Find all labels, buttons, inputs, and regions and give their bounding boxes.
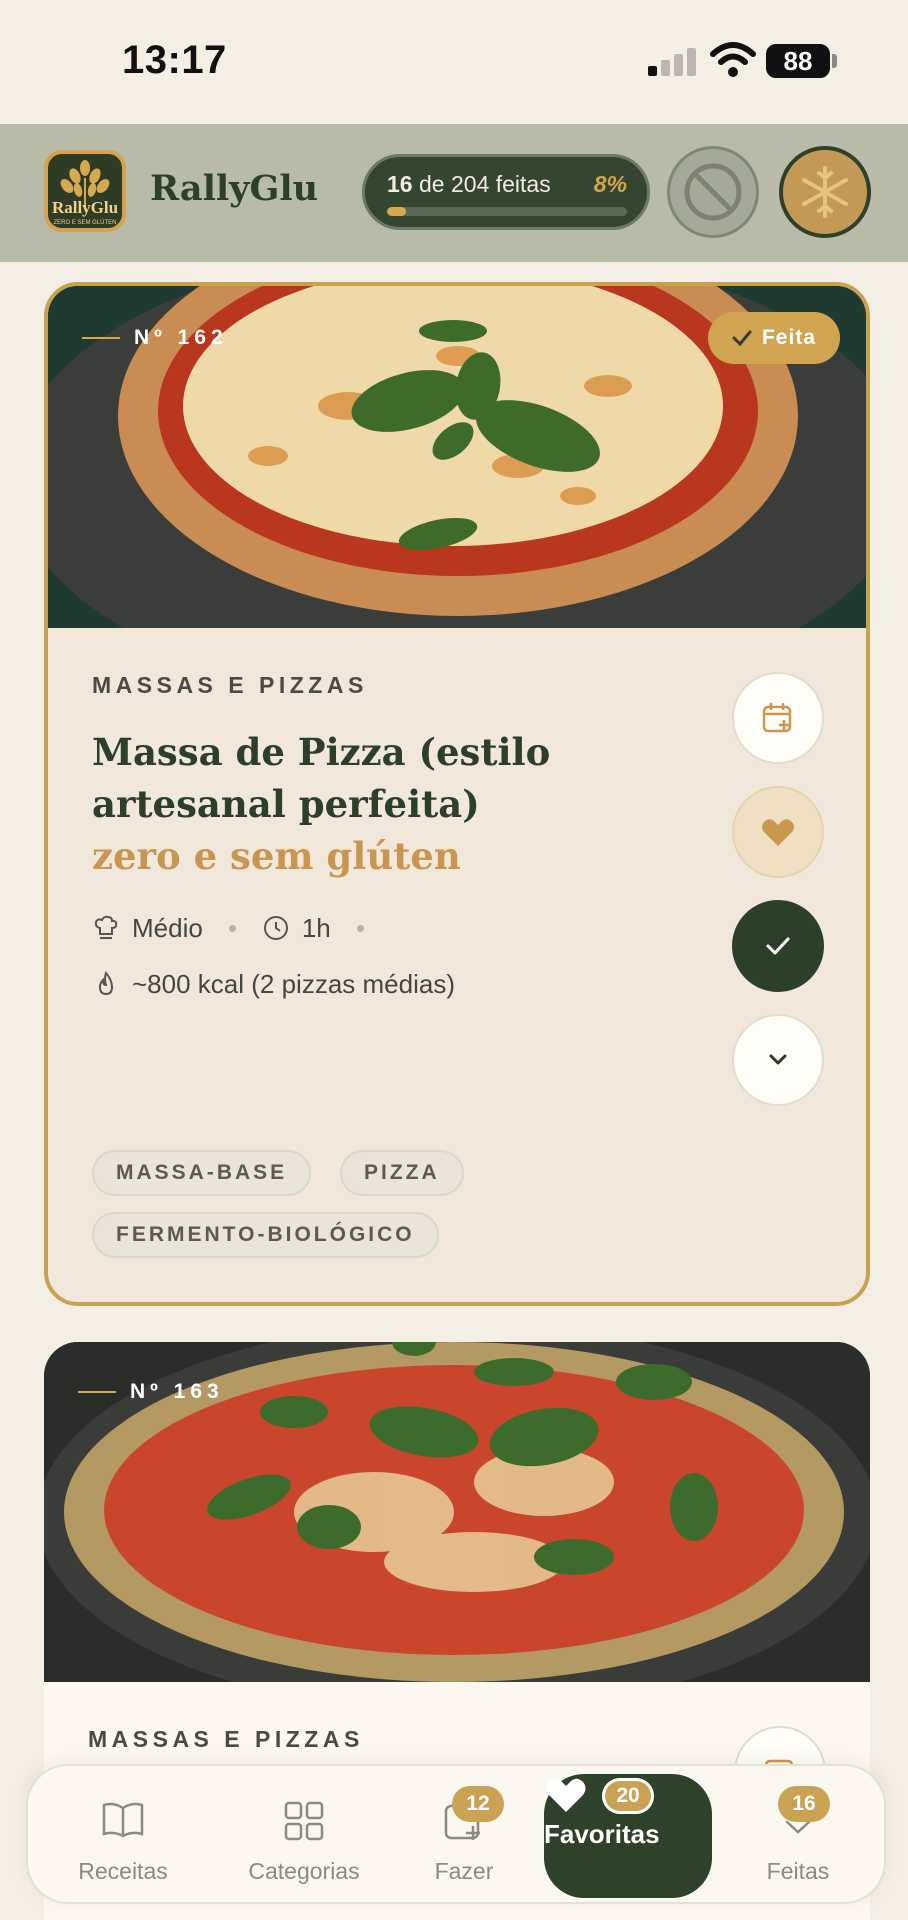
mark-done-button[interactable] xyxy=(732,900,824,992)
progress-text: 16 de 204 feitas xyxy=(387,171,551,198)
recipe-calories: ~800 kcal (2 pizzas médias) xyxy=(132,968,455,999)
meta-separator xyxy=(356,924,364,932)
progress-fill xyxy=(387,207,407,216)
logo-wordmark: RallyGlu xyxy=(51,198,119,217)
bottom-navigation: Receitas Categorias Fazer 12 Favoritas 2… xyxy=(26,1764,886,1904)
nav-badge: 20 xyxy=(602,1778,654,1814)
nav-label: Receitas xyxy=(78,1858,168,1884)
progress-total-label: de 204 feitas xyxy=(418,171,551,197)
recipe-meta: Médio 1h xyxy=(92,910,378,946)
recipe-category: MASSAS E PIZZAS xyxy=(92,672,368,698)
cellular-signal-icon xyxy=(648,46,696,76)
battery-nub xyxy=(832,54,837,68)
recipe-title-accent: zero e sem glúten xyxy=(92,834,461,878)
recipe-calories-row: ~800 kcal (2 pizzas médias) xyxy=(92,966,455,1002)
recipe-card[interactable]: Nº 162 Feita MASSAS E PIZZAS Massa de Pi… xyxy=(44,282,870,1306)
gluten-filter-button[interactable] xyxy=(667,146,759,238)
add-to-plan-button[interactable] xyxy=(732,672,824,764)
heart-icon xyxy=(762,819,794,846)
status-time: 13:17 xyxy=(122,38,227,82)
done-badge: Feita xyxy=(707,312,840,364)
book-icon xyxy=(102,1802,144,1838)
app-header: RallyGlu ZERO E SEM GLÚTEN RallyGlu 16 d… xyxy=(0,124,908,262)
heart-icon xyxy=(546,1778,586,1812)
flame-icon xyxy=(98,971,114,996)
meta-separator xyxy=(228,924,236,932)
nav-label: Feitas xyxy=(766,1858,830,1884)
progress-percent: 8% xyxy=(593,171,627,197)
nav-categorias[interactable]: Categorias xyxy=(214,1766,394,1906)
block-icon xyxy=(684,163,742,221)
recipe-title: Massa de Pizza (estilo artesanal perfeit… xyxy=(92,726,652,882)
nav-label: Categorias xyxy=(248,1858,360,1884)
recipe-title-main: Massa de Pizza (estilo artesanal perfeit… xyxy=(92,730,551,826)
recipe-category: MASSAS E PIZZAS xyxy=(88,1726,364,1752)
nav-favoritas[interactable]: Favoritas 20 xyxy=(544,1774,712,1898)
nav-label: Fazer xyxy=(434,1858,494,1884)
recipe-tag[interactable]: MASSA-BASE xyxy=(92,1150,312,1196)
app-title: RallyGlu xyxy=(150,168,319,209)
recipe-number: Nº 163 xyxy=(78,1380,224,1404)
recipe-time: 1h xyxy=(301,912,331,943)
snowflake-icon xyxy=(802,166,848,218)
progress-pill[interactable]: 16 de 204 feitas 8% xyxy=(362,154,650,230)
nav-fazer[interactable]: Fazer 12 xyxy=(404,1766,524,1906)
check-icon xyxy=(732,330,752,347)
expand-button[interactable] xyxy=(732,1014,824,1106)
progress-track xyxy=(387,207,627,216)
recipe-number: Nº 162 xyxy=(82,326,228,350)
recipe-tag[interactable]: PIZZA xyxy=(340,1150,464,1196)
grid-icon xyxy=(284,1801,324,1841)
recipe-difficulty: Médio xyxy=(132,912,203,943)
chevron-down-icon xyxy=(769,1054,787,1065)
app-logo[interactable]: RallyGlu ZERO E SEM GLÚTEN xyxy=(44,150,126,232)
calendar-plus-icon xyxy=(762,703,792,733)
clock-icon xyxy=(263,916,288,940)
nav-feitas[interactable]: Feitas 16 xyxy=(728,1766,868,1906)
check-icon xyxy=(766,937,790,955)
nav-badge: 12 xyxy=(452,1786,504,1822)
wifi-icon xyxy=(710,42,756,77)
battery-indicator: 88 xyxy=(766,44,830,78)
logo-tagline: ZERO E SEM GLÚTEN xyxy=(53,220,117,226)
nav-badge: 16 xyxy=(778,1786,830,1822)
chef-hat-icon xyxy=(94,915,118,939)
recipe-photo: Nº 162 Feita xyxy=(48,286,866,628)
favorite-button[interactable] xyxy=(732,786,824,878)
recipe-photo: Nº 163 xyxy=(44,1342,870,1682)
freezer-button[interactable] xyxy=(779,146,871,238)
nav-receitas[interactable]: Receitas xyxy=(48,1766,198,1906)
nav-label: Favoritas xyxy=(544,1819,660,1849)
progress-done-count: 16 xyxy=(387,171,413,197)
recipe-tag[interactable]: FERMENTO-BIOLÓGICO xyxy=(92,1212,439,1258)
status-bar: 13:17 88 xyxy=(0,0,908,124)
done-badge-label: Feita xyxy=(761,326,816,349)
